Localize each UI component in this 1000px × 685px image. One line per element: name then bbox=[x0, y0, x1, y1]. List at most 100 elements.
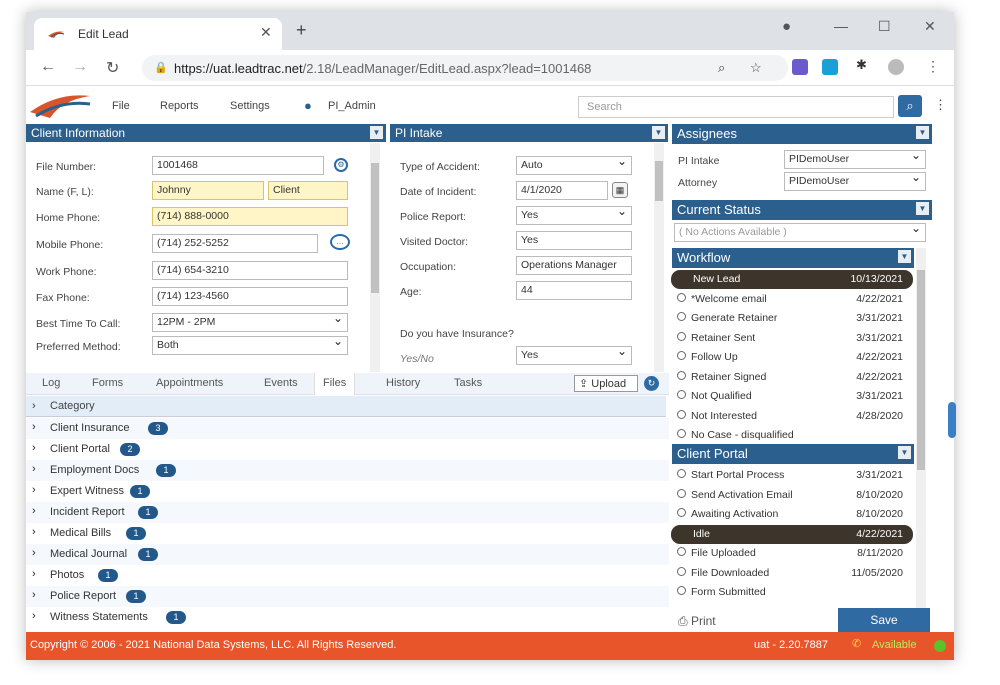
search-input[interactable]: Search bbox=[578, 96, 894, 118]
workflow-item[interactable]: Not Qualified 3/31/2021 bbox=[671, 387, 913, 406]
incident-date-input[interactable]: 4/1/2020 bbox=[516, 181, 608, 200]
file-category-row[interactable]: › Incident Report 1 bbox=[26, 502, 669, 523]
attorney-assignee-select[interactable]: PIDemoUser bbox=[784, 172, 926, 191]
radio-icon[interactable] bbox=[677, 390, 686, 399]
visited-doctor-input[interactable]: Yes bbox=[516, 231, 632, 250]
forward-icon[interactable]: → bbox=[72, 58, 88, 76]
profile-dot-icon[interactable]: ● bbox=[782, 18, 791, 35]
collapse-icon[interactable]: ▼ bbox=[898, 446, 911, 459]
calendar-icon[interactable]: ▦ bbox=[612, 182, 628, 198]
police-report-select[interactable]: Yes bbox=[516, 206, 632, 225]
maximize-icon[interactable]: ☐ bbox=[878, 18, 891, 35]
expand-icon[interactable]: › bbox=[32, 610, 36, 622]
workflow-item[interactable]: Not Interested 4/28/2020 bbox=[671, 407, 913, 426]
upload-button[interactable]: ⇪ Upload bbox=[574, 375, 638, 392]
radio-icon[interactable] bbox=[677, 312, 686, 321]
menu-reports[interactable]: Reports bbox=[160, 100, 199, 112]
workflow-item[interactable]: Retainer Sent 3/31/2021 bbox=[671, 329, 913, 348]
collapse-icon[interactable]: ▼ bbox=[916, 126, 929, 139]
extensions-puzzle-icon[interactable]: ✱ bbox=[856, 57, 872, 73]
workflow-scrollbar[interactable] bbox=[916, 248, 926, 608]
portal-item[interactable]: File Downloaded 11/05/2020 bbox=[671, 564, 913, 583]
availability-status[interactable]: Available bbox=[872, 639, 916, 651]
pi-intake-assignee-select[interactable]: PIDemoUser bbox=[784, 150, 926, 169]
file-category-row[interactable]: › Employment Docs 1 bbox=[26, 460, 669, 481]
portal-item[interactable]: Start Portal Process 3/31/2021 bbox=[671, 466, 913, 485]
workflow-item[interactable]: Generate Retainer 3/31/2021 bbox=[671, 309, 913, 328]
tab-history[interactable]: History bbox=[386, 377, 420, 389]
radio-icon[interactable] bbox=[677, 409, 686, 419]
radio-icon[interactable] bbox=[677, 547, 686, 556]
collapse-icon[interactable]: ▼ bbox=[652, 126, 665, 139]
expand-icon[interactable]: › bbox=[32, 568, 36, 580]
workflow-item[interactable]: Retainer Signed 4/22/2021 bbox=[671, 368, 913, 387]
menu-file[interactable]: File bbox=[112, 100, 130, 112]
file-category-row[interactable]: › Police Report 1 bbox=[26, 586, 669, 607]
sms-chat-icon[interactable]: … bbox=[330, 234, 350, 250]
radio-icon[interactable] bbox=[677, 508, 686, 517]
profile-icon[interactable] bbox=[888, 59, 904, 75]
workflow-item[interactable]: Follow Up 4/22/2021 bbox=[671, 348, 913, 367]
accident-type-select[interactable]: Auto bbox=[516, 156, 632, 175]
file-number-input[interactable]: 1001468 bbox=[152, 156, 324, 175]
file-category-row[interactable]: › Photos 1 bbox=[26, 565, 669, 586]
last-name-input[interactable]: Client bbox=[268, 181, 348, 200]
pi-intake-scrollbar[interactable] bbox=[654, 143, 664, 372]
menu-settings[interactable]: Settings bbox=[230, 100, 270, 112]
portal-item[interactable]: Awaiting Activation 8/10/2020 bbox=[671, 505, 913, 524]
radio-icon[interactable] bbox=[677, 566, 686, 576]
browser-menu-icon[interactable]: ⋮ bbox=[926, 58, 940, 75]
address-bar[interactable]: 🔒 https://uat.leadtrac.net/2.18/LeadMana… bbox=[142, 55, 788, 81]
expand-all-icon[interactable]: › bbox=[32, 400, 36, 412]
occupation-input[interactable]: Operations Manager bbox=[516, 256, 632, 275]
radio-icon[interactable] bbox=[677, 469, 686, 478]
current-status-select[interactable]: ( No Actions Available ) bbox=[674, 223, 926, 242]
new-tab-icon[interactable]: + bbox=[296, 20, 307, 41]
radio-icon[interactable] bbox=[677, 292, 686, 302]
tab-files[interactable]: Files bbox=[314, 373, 356, 395]
category-header-row[interactable]: › Category bbox=[26, 396, 666, 417]
reload-icon[interactable]: ↻ bbox=[106, 58, 119, 78]
file-category-row[interactable]: › Witness Statements 1 bbox=[26, 607, 669, 628]
workflow-item[interactable]: No Case - disqualified bbox=[671, 426, 913, 445]
back-icon[interactable]: ← bbox=[40, 58, 56, 76]
expand-icon[interactable]: › bbox=[32, 421, 36, 433]
tab-events[interactable]: Events bbox=[264, 377, 298, 389]
portal-item[interactable]: Form Submitted bbox=[671, 583, 913, 602]
extension-gear-icon[interactable] bbox=[792, 59, 808, 75]
side-tab-handle[interactable] bbox=[948, 402, 956, 438]
radio-icon[interactable] bbox=[677, 429, 686, 438]
settings-gear-icon[interactable]: ⚙ bbox=[334, 158, 348, 172]
portal-item[interactable]: Send Activation Email 8/10/2020 bbox=[671, 486, 913, 505]
portal-item[interactable]: Idle 4/22/2021 bbox=[671, 524, 913, 544]
tab-tasks[interactable]: Tasks bbox=[454, 377, 482, 389]
expand-icon[interactable]: › bbox=[32, 484, 36, 496]
file-category-row[interactable]: › Client Portal 2 bbox=[26, 439, 669, 460]
best-time-select[interactable]: 12PM - 2PM bbox=[152, 313, 348, 332]
file-category-row[interactable]: › Expert Witness 1 bbox=[26, 481, 669, 502]
file-category-row[interactable]: › Medical Journal 1 bbox=[26, 544, 669, 565]
radio-icon[interactable] bbox=[677, 370, 686, 380]
first-name-input[interactable]: Johnny bbox=[152, 181, 264, 200]
user-name[interactable]: PI_Admin bbox=[328, 100, 376, 112]
workflow-item[interactable]: *Welcome email 4/22/2021 bbox=[671, 290, 913, 309]
bookmark-star-icon[interactable]: ☆ bbox=[750, 60, 762, 76]
radio-icon[interactable] bbox=[677, 488, 686, 498]
save-button[interactable]: Save bbox=[838, 608, 930, 632]
app-menu-icon[interactable]: ⋮ bbox=[934, 97, 947, 113]
home-phone-input[interactable]: (714) 888-0000 bbox=[152, 207, 348, 226]
client-info-scrollbar[interactable] bbox=[370, 143, 380, 372]
collapse-icon[interactable]: ▼ bbox=[898, 250, 911, 263]
zoom-icon[interactable]: ⌕ bbox=[718, 60, 725, 76]
preferred-method-select[interactable]: Both bbox=[152, 336, 348, 355]
print-button[interactable]: ⎙ Print bbox=[678, 614, 716, 629]
file-category-row[interactable]: › Client Insurance 3 bbox=[26, 418, 669, 439]
collapse-icon[interactable]: ▼ bbox=[370, 126, 383, 139]
mobile-phone-input[interactable]: (714) 252-5252 bbox=[152, 234, 318, 253]
portal-item[interactable]: File Uploaded 8/11/2020 bbox=[671, 544, 913, 563]
fax-phone-input[interactable]: (714) 123-4560 bbox=[152, 287, 348, 306]
expand-icon[interactable]: › bbox=[32, 442, 36, 454]
age-input[interactable]: 44 bbox=[516, 281, 632, 300]
tab-log[interactable]: Log bbox=[42, 377, 60, 389]
file-category-row[interactable]: › Medical Bills 1 bbox=[26, 523, 669, 544]
